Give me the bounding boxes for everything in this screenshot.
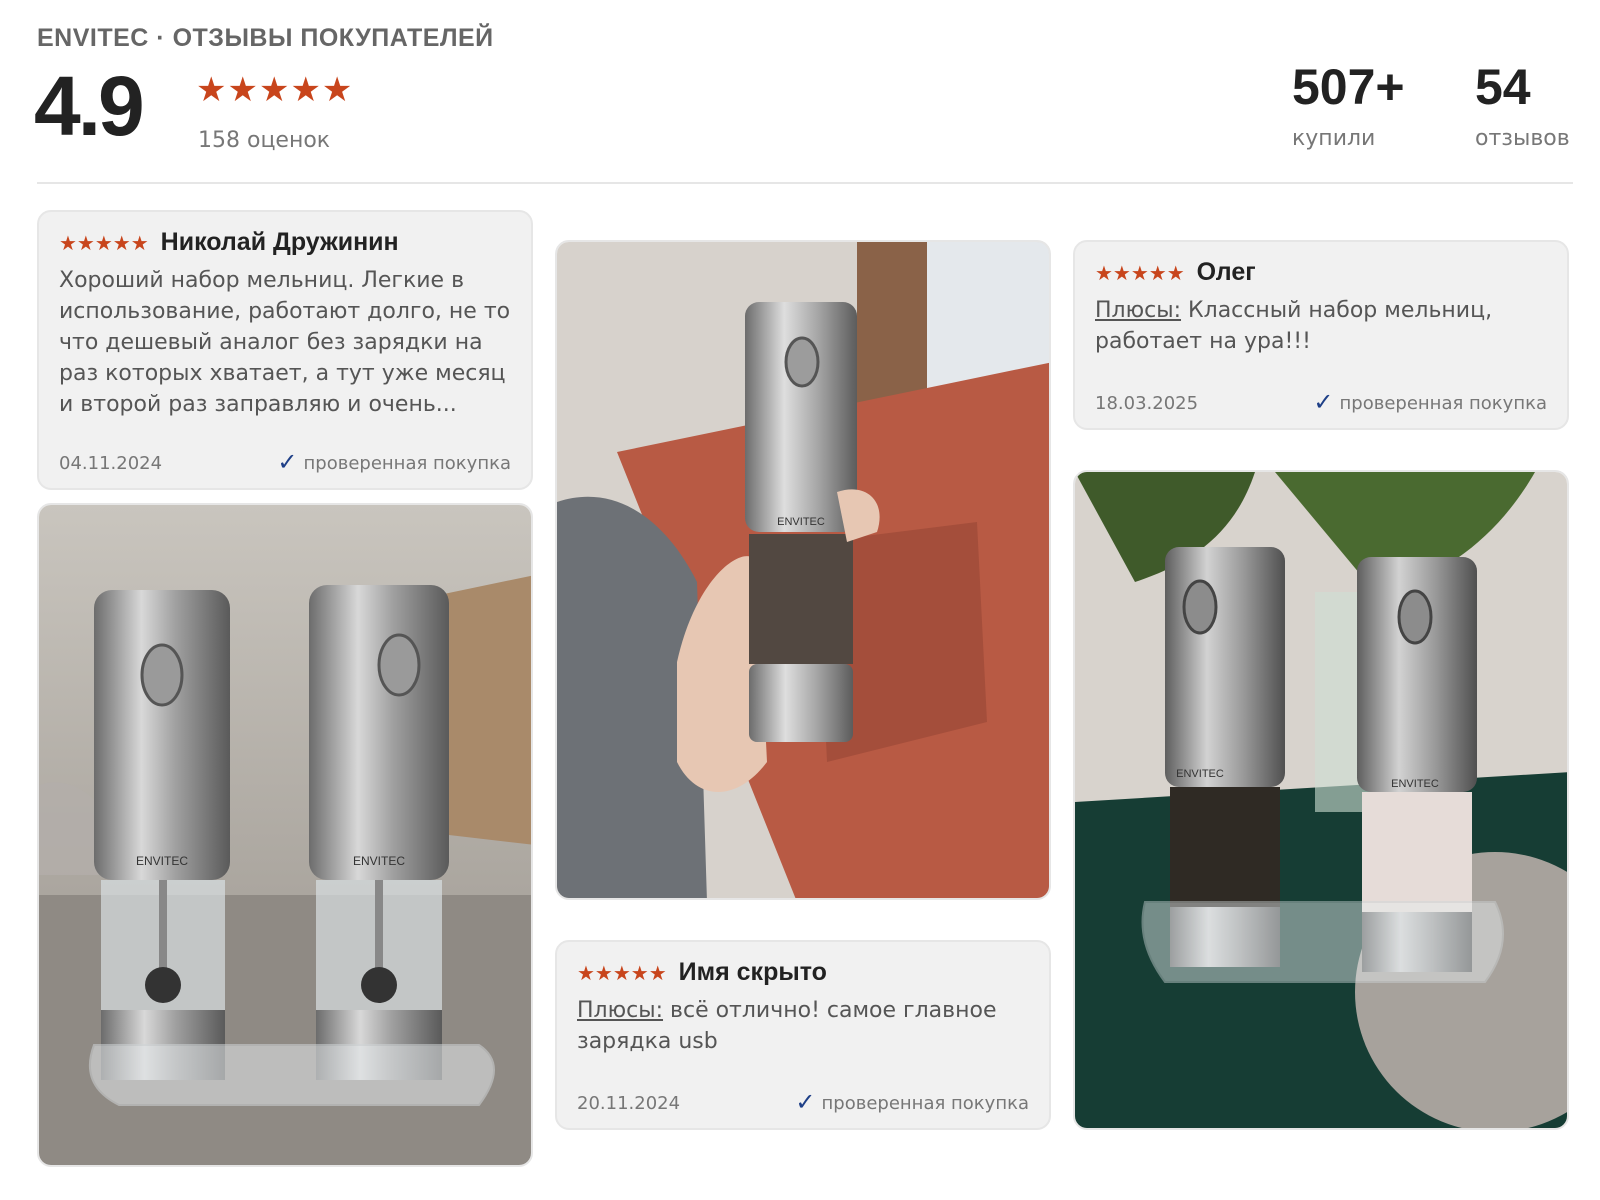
review-text: Хороший набор мельниц. Легкие в использо… [59,268,511,417]
check-icon: ✓ [1313,388,1334,416]
reviews-count: 54 [1475,59,1531,115]
review-stars: ★★★★★ [1095,260,1185,285]
review-card[interactable]: ★★★★★ Олег Плюсы: Классный набор мельниц… [1073,240,1569,430]
photo-brand: ENVITEC [777,516,825,528]
pros-label: Плюсы: [577,998,664,1023]
review-text: Плюсы: всё отлично! самое главное зарядк… [577,995,1029,1057]
check-icon: ✓ [277,448,298,476]
review-author: Николай Дружинин [160,228,399,256]
verified-label: проверенная покупка [303,453,511,474]
review-date: 04.11.2024 [59,453,163,474]
review-stars: ★★★★★ [59,230,149,255]
purchased-label: купили [1292,126,1376,151]
verified-badge: ✓ проверенная покупка [795,1090,1029,1114]
rating-stars: ★★★★★ [196,70,354,110]
verified-badge: ✓ проверенная покупка [1313,390,1547,414]
purchased-stat: 507+ купили [1292,62,1405,151]
photo-brand: ENVITEC [1176,768,1224,780]
review-photo[interactable]: ENVITEC [555,240,1051,900]
verified-badge: ✓ проверенная покупка [277,450,511,474]
reviews-stat: 54 отзывов [1475,62,1570,151]
verified-label: проверенная покупка [821,1093,1029,1114]
review-date: 20.11.2024 [577,1093,681,1114]
review-photo[interactable]: ENVITEC ENVITEC [1073,470,1569,1130]
hand-grinder-image: ENVITEC [557,242,1049,898]
purchased-count: 507+ [1292,59,1405,115]
grinders-pair-image: ENVITEC ENVITEC [39,505,531,1165]
review-date: 18.03.2025 [1095,393,1199,414]
check-icon: ✓ [795,1088,816,1116]
review-photo[interactable]: ENVITEC ENVITEC [37,503,533,1167]
review-text: Плюсы: Классный набор мельниц, работает … [1095,295,1547,357]
header-divider [37,182,1573,184]
review-card[interactable]: ★★★★★ Имя скрыто Плюсы: всё отлично! сам… [555,940,1051,1130]
average-score: 4.9 [34,59,145,153]
photo-brand: ENVITEC [1391,778,1439,790]
pros-label: Плюсы: [1095,298,1182,323]
photo-brand: ENVITEC [136,854,188,868]
review-author: Имя скрыто [678,958,827,986]
reviews-label: отзывов [1475,126,1570,151]
verified-label: проверенная покупка [1339,393,1547,414]
ratings-count: 158 оценок [198,128,331,153]
photo-brand: ENVITEC [353,854,405,868]
review-card[interactable]: ★★★★★ Николай Дружинин Хороший набор мел… [37,210,533,490]
page-title: ENVITEC · ОТЗЫВЫ ПОКУПАТЕЛЕЙ [37,24,494,52]
review-author: Олег [1196,258,1256,286]
grinders-plant-image: ENVITEC ENVITEC [1075,472,1567,1128]
review-stars: ★★★★★ [577,960,667,985]
